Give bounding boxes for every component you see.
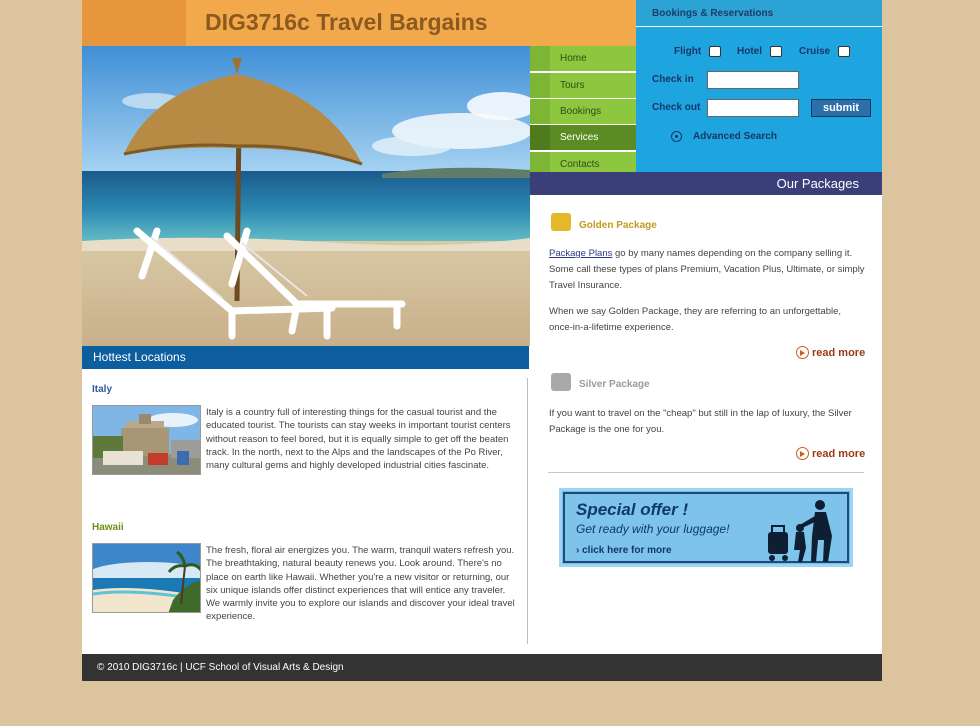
checkout-label: Check out bbox=[652, 102, 701, 113]
checkin-input[interactable] bbox=[707, 71, 799, 89]
main-nav: Home Tours Bookings Services Contacts bbox=[530, 46, 636, 177]
checkout-input[interactable] bbox=[707, 99, 799, 117]
flight-checkbox[interactable] bbox=[709, 46, 721, 57]
header-bar: DIG3716c Travel Bargains bbox=[82, 0, 636, 46]
offer-subtitle: Get ready with your luggage! bbox=[576, 522, 730, 536]
hotel-label: Hotel bbox=[737, 46, 762, 57]
italy-title: Italy bbox=[92, 384, 113, 395]
italy-text: Italy is a country full of interesting t… bbox=[206, 407, 511, 472]
traveler-luggage-icon bbox=[768, 500, 832, 562]
hero-beach-image bbox=[82, 46, 530, 346]
flight-label: Flight bbox=[674, 46, 702, 57]
read-more-label: read more bbox=[812, 347, 866, 359]
footer-text: © 2010 DIG3716c | UCF School of Visual A… bbox=[97, 662, 344, 673]
offer-link-label: click here for more bbox=[582, 545, 672, 556]
cruise-checkbox[interactable] bbox=[838, 46, 850, 57]
hawaii-image bbox=[92, 543, 201, 613]
golden-package-text-2: When we say Golden Package, they are ref… bbox=[549, 306, 842, 333]
nav-tab bbox=[530, 73, 550, 98]
italy-image bbox=[92, 405, 201, 475]
booking-form: Flight Hotel Cruise Check in Check out s… bbox=[636, 27, 882, 172]
nav-label: Tours bbox=[560, 80, 585, 91]
hottest-divider bbox=[527, 378, 528, 644]
golden-bag-icon bbox=[551, 213, 571, 231]
nav-label: Contacts bbox=[560, 159, 600, 170]
hawaii-title: Hawaii bbox=[92, 522, 124, 533]
package-plans-link[interactable]: Package Plans bbox=[549, 248, 612, 259]
nav-tab bbox=[530, 46, 550, 71]
nav-item-services[interactable]: Services bbox=[530, 125, 636, 150]
nav-label: Services bbox=[560, 132, 599, 143]
packages-heading: Our Packages bbox=[776, 176, 859, 191]
nav-label: Home bbox=[560, 53, 587, 64]
silver-package-title: Silver Package bbox=[579, 379, 650, 390]
nav-label: Bookings bbox=[560, 106, 602, 117]
silver-bag-icon bbox=[551, 373, 571, 391]
arrow-circle-icon bbox=[796, 346, 809, 359]
golden-read-more-link[interactable]: read more bbox=[796, 346, 865, 359]
nav-item-bookings[interactable]: Bookings bbox=[530, 99, 636, 124]
cruise-label: Cruise bbox=[799, 46, 831, 57]
offer-title: Special offer ! bbox=[576, 500, 689, 519]
bookings-header: Bookings & Reservations bbox=[636, 0, 882, 26]
hawaii-text: The fresh, floral air energizes you. The… bbox=[206, 545, 515, 623]
silver-package-text: If you want to travel on the "cheap" but… bbox=[549, 408, 852, 435]
hottest-locations-header: Hottest Locations bbox=[82, 346, 529, 369]
nav-item-home[interactable]: Home bbox=[530, 46, 636, 71]
nav-item-tours[interactable]: Tours bbox=[530, 73, 636, 98]
site-title: DIG3716c Travel Bargains bbox=[205, 9, 488, 35]
advanced-search-radio[interactable] bbox=[671, 131, 682, 142]
submit-button[interactable]: submit bbox=[811, 99, 871, 117]
footer: © 2010 DIG3716c | UCF School of Visual A… bbox=[82, 654, 882, 681]
hottest-heading: Hottest Locations bbox=[93, 350, 186, 364]
page-container: DIG3716c Travel Bargains Home Tours Book… bbox=[82, 0, 882, 681]
silver-read-more-link[interactable]: read more bbox=[796, 447, 865, 460]
bookings-heading: Bookings & Reservations bbox=[652, 8, 774, 19]
arrow-circle-icon bbox=[796, 447, 809, 460]
golden-package-title: Golden Package bbox=[579, 220, 657, 231]
advanced-search-label[interactable]: Advanced Search bbox=[693, 131, 777, 142]
packages-divider bbox=[548, 472, 864, 473]
special-offer-inner: Special offer ! Get ready with your lugg… bbox=[563, 492, 849, 563]
hotel-checkbox[interactable] bbox=[770, 46, 782, 57]
special-offer-banner[interactable]: Special offer ! Get ready with your lugg… bbox=[559, 488, 853, 567]
read-more-label: read more bbox=[812, 448, 866, 460]
nav-tab bbox=[530, 125, 550, 150]
nav-tab bbox=[530, 99, 550, 124]
packages-header: Our Packages bbox=[530, 172, 882, 195]
offer-link[interactable]: › click here for more bbox=[576, 545, 672, 556]
logo-block bbox=[82, 0, 186, 46]
checkin-label: Check in bbox=[652, 74, 694, 85]
golden-package-text: Package Plans go by many names depending… bbox=[549, 246, 865, 294]
